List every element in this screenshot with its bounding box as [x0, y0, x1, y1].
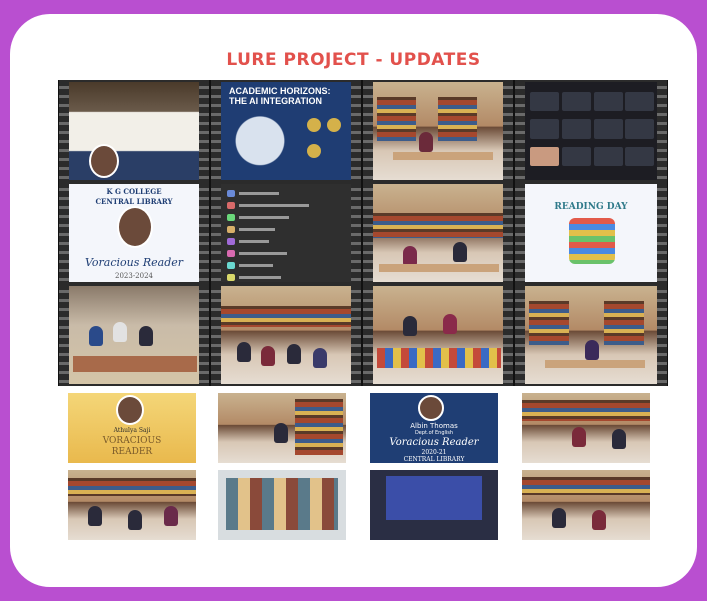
film-frame — [210, 182, 362, 284]
kg-college-voracious-reader-poster: K G COLLEGE CENTRAL LIBRARY Voracious Re… — [69, 184, 199, 282]
library-study-photo — [525, 286, 657, 384]
students-library-photo — [221, 286, 351, 384]
film-frame: K G COLLEGE CENTRAL LIBRARY Voracious Re… — [58, 182, 210, 284]
film-frame — [362, 80, 514, 182]
albin-voracious-reader-poster: Albin Thomas Dept.of English Voracious R… — [370, 393, 498, 463]
page-title: LURE PROJECT - UPDATES — [226, 50, 481, 70]
library-notice-photo — [69, 82, 199, 180]
ai-poster: ACADEMIC HORIZONS: THE AI INTEGRATION — [221, 82, 351, 180]
library-reader-photo — [373, 82, 503, 180]
film-frame — [362, 182, 514, 284]
film-frame: ACADEMIC HORIZONS: THE AI INTEGRATION — [210, 80, 362, 182]
athulya-voracious-reader-poster: Athulya Saji VORACIOUS READER — [68, 393, 196, 463]
filmstrip-collage: ACADEMIC HORIZONS: THE AI INTEGRATION K … — [58, 80, 668, 386]
film-frame: READING DAY — [514, 182, 668, 284]
students-reading-photo — [522, 470, 650, 540]
participant-list-screenshot — [221, 184, 351, 282]
film-frame — [210, 284, 362, 386]
film-frame — [514, 80, 668, 182]
book-display-photo — [373, 286, 503, 384]
film-frame — [362, 284, 514, 386]
library-group-photo — [522, 393, 650, 463]
video-call-screenshot — [525, 82, 657, 180]
film-frame — [58, 80, 210, 182]
book-exhibition-photo — [69, 286, 199, 384]
book-display-shelf-photo — [218, 470, 346, 540]
film-frame — [58, 284, 210, 386]
reading-hall-photo — [68, 470, 196, 540]
reading-day-poster: READING DAY — [525, 184, 657, 282]
library-hall-photo — [373, 184, 503, 282]
film-frame — [514, 284, 668, 386]
student-at-shelf-photo — [218, 393, 346, 463]
online-session-screenshot — [370, 470, 498, 540]
